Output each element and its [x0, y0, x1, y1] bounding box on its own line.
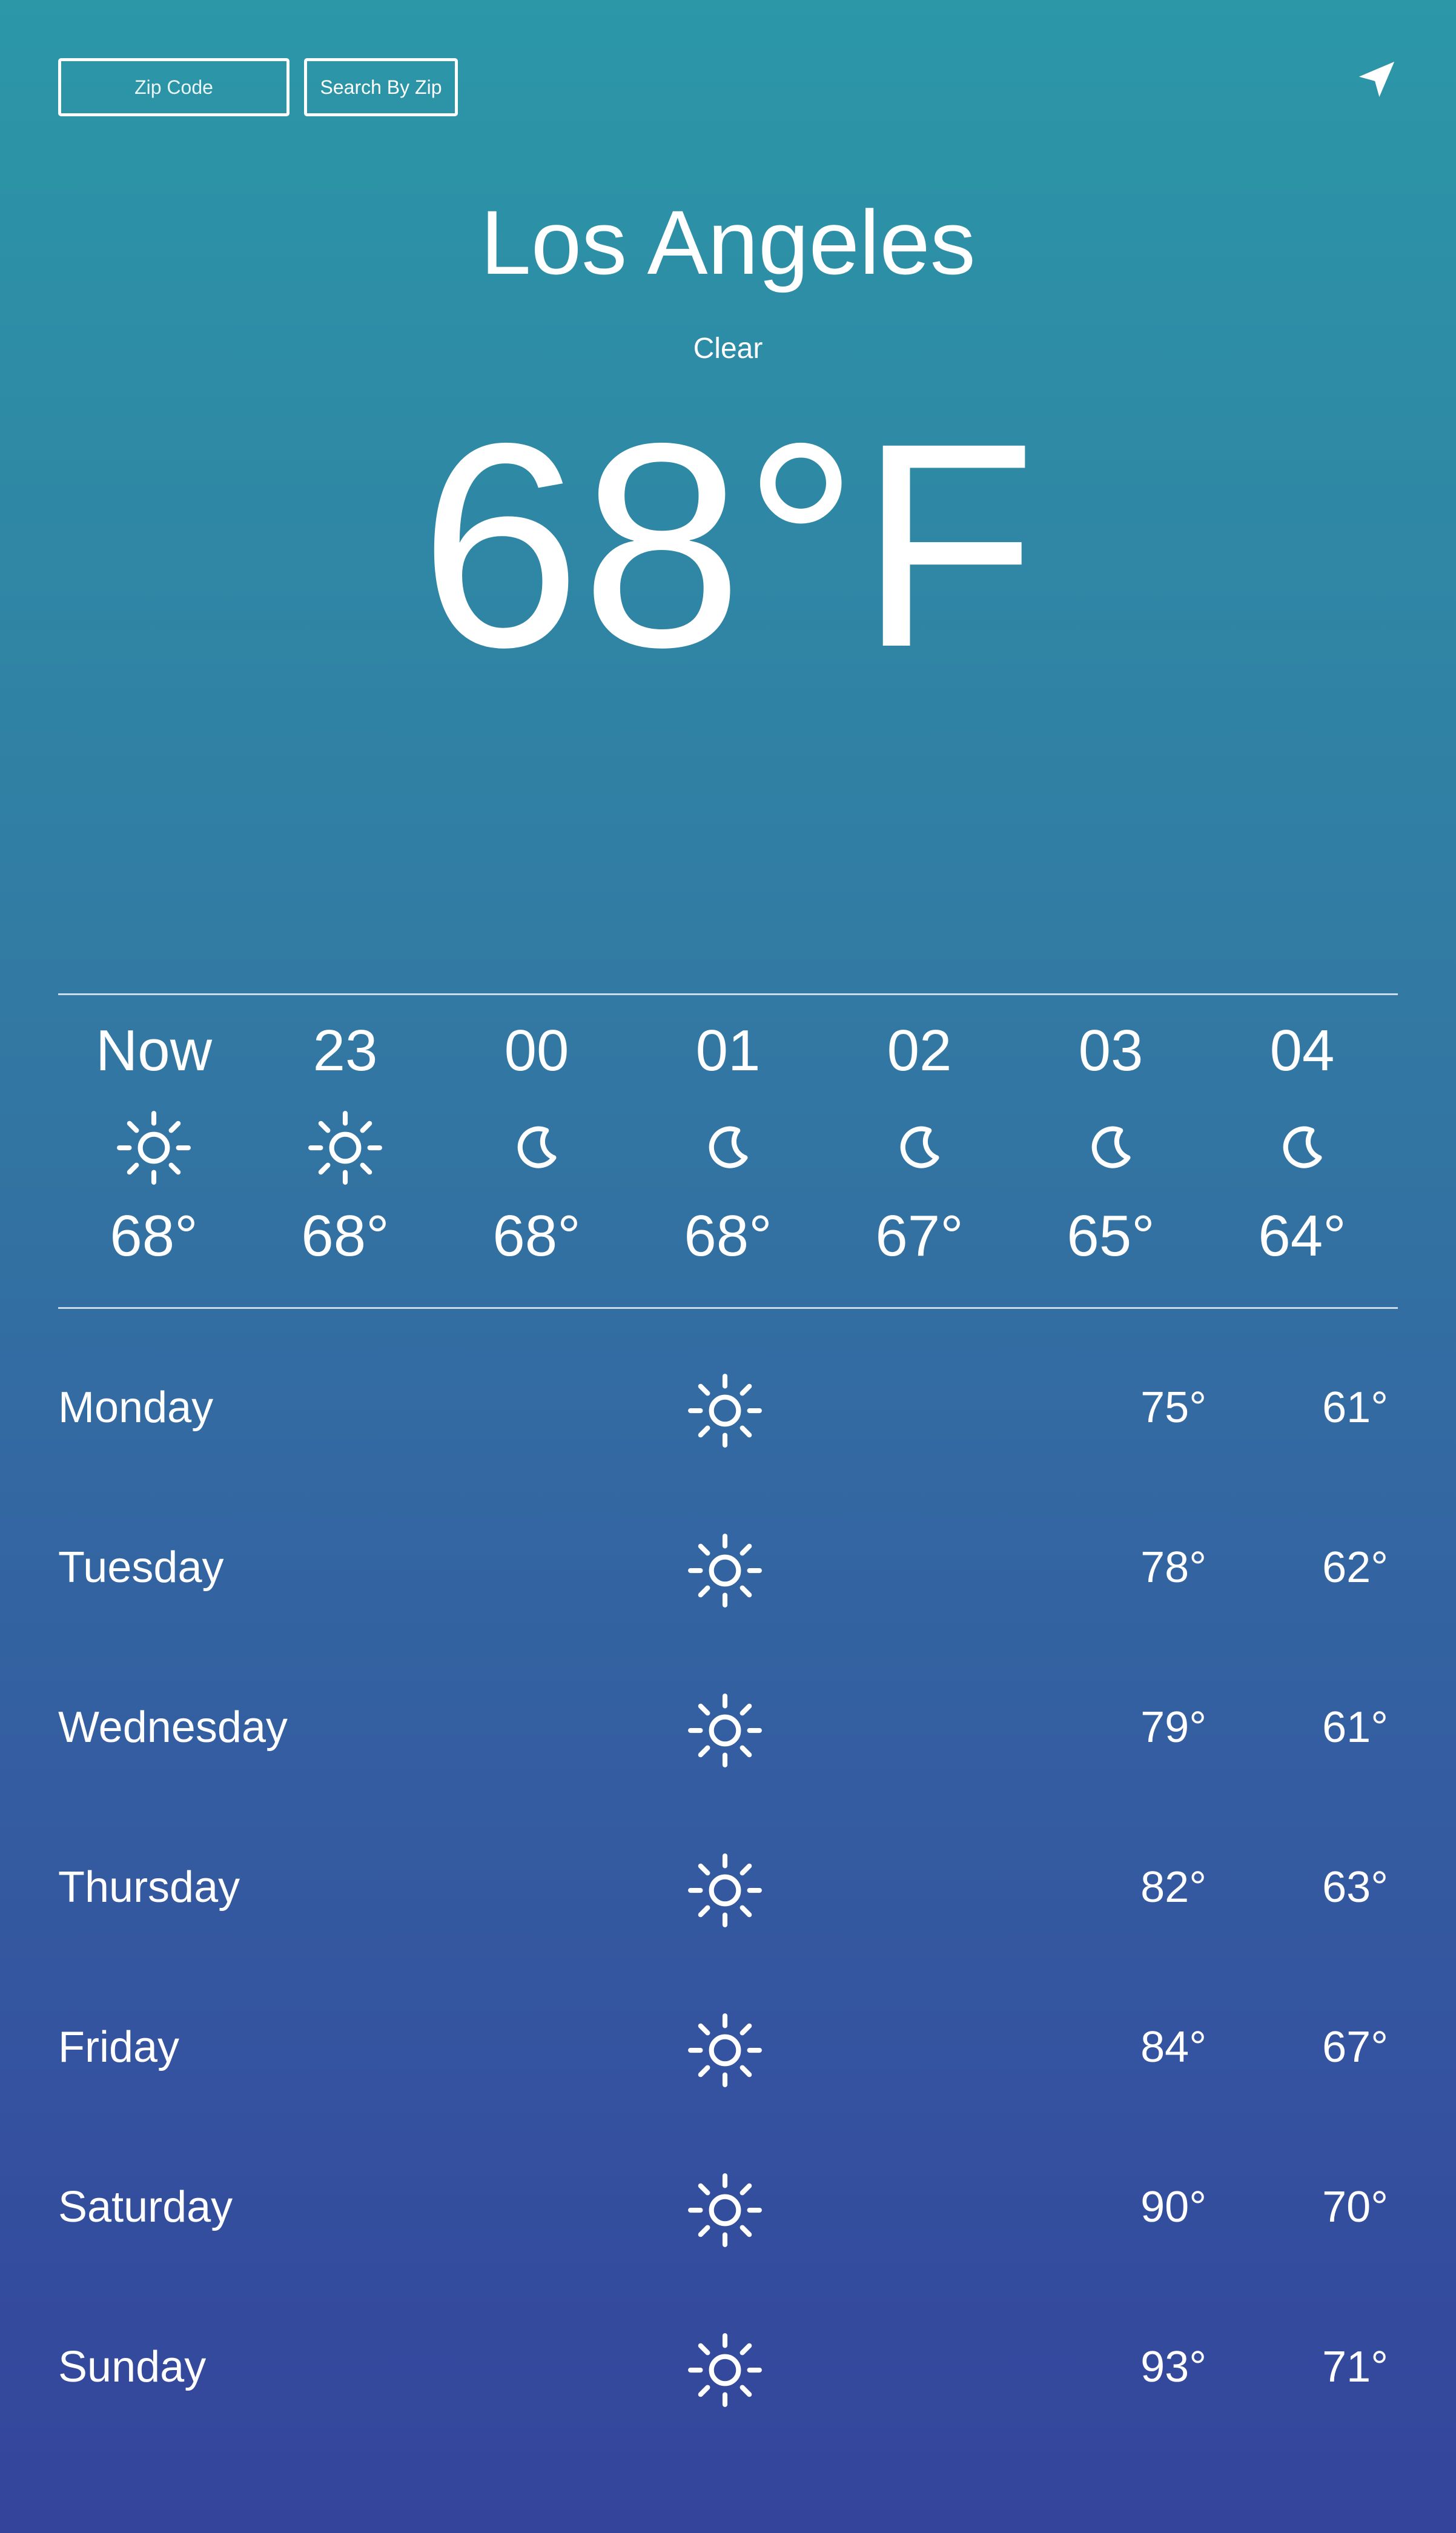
sun-icon	[688, 2333, 762, 2407]
hour-temperature: 64°	[1258, 1204, 1346, 1268]
hour-label: Now	[95, 1018, 213, 1083]
hour-label: 00	[504, 1018, 569, 1083]
daily-row: Wednesday 79° 61°	[58, 1664, 1398, 1824]
day-low-temperature: 70°	[1322, 2183, 1388, 2231]
hourly-item: 23 68°	[250, 1018, 441, 1270]
hourly-item: 04 64°	[1206, 1018, 1398, 1270]
search-by-zip-button[interactable]: Search By Zip	[304, 58, 458, 116]
sun-icon	[688, 2173, 762, 2247]
day-high-temperature: 93°	[1140, 2343, 1206, 2391]
day-name: Wednesday	[58, 1703, 288, 1752]
hour-temperature: 65°	[1067, 1204, 1155, 1268]
location-arrow-icon[interactable]	[1355, 58, 1398, 101]
zip-code-input[interactable]	[58, 58, 290, 116]
hour-temperature: 68°	[684, 1204, 772, 1268]
hourly-item: 03 65°	[1015, 1018, 1206, 1270]
day-name: Thursday	[58, 1863, 240, 1912]
hour-label: 04	[1269, 1018, 1335, 1083]
sun-icon	[688, 1853, 762, 1927]
day-high-temperature: 79°	[1140, 1703, 1206, 1752]
moon-icon	[517, 1126, 557, 1168]
day-low-temperature: 63°	[1322, 1863, 1388, 1912]
sun-icon	[688, 1534, 762, 1608]
hour-label: 02	[887, 1018, 952, 1083]
sun-icon	[308, 1111, 382, 1185]
hour-label: 01	[695, 1018, 761, 1083]
day-high-temperature: 84°	[1140, 2023, 1206, 2071]
sun-icon	[688, 1694, 762, 1767]
daily-row: Thursday 82° 63°	[58, 1824, 1398, 1984]
daily-row: Saturday 90° 70°	[58, 2144, 1398, 2304]
moon-icon	[709, 1126, 748, 1168]
day-low-temperature: 61°	[1322, 1703, 1388, 1752]
sun-icon	[117, 1111, 191, 1185]
hourly-bottom-divider	[58, 1307, 1398, 1309]
hour-label: 23	[313, 1018, 378, 1083]
hourly-item: Now 68°	[58, 1018, 250, 1270]
hourly-item: 00 68°	[441, 1018, 632, 1270]
daily-row: Sunday 93° 71°	[58, 2304, 1398, 2464]
day-low-temperature: 67°	[1322, 2023, 1388, 2071]
day-high-temperature: 75°	[1140, 1383, 1206, 1432]
current-temperature: 68°F	[419, 382, 1037, 707]
day-name: Sunday	[58, 2343, 207, 2391]
daily-forecast: Monday 75° 61° Tuesday 78° 62° Wednesday…	[58, 1345, 1398, 2464]
city-name: Los Angeles	[480, 191, 976, 293]
daily-row: Friday 84° 67°	[58, 1984, 1398, 2144]
moon-icon	[1091, 1126, 1131, 1168]
hour-temperature: 68°	[492, 1204, 581, 1268]
hourly-forecast: Now 68° 23 68° 00 68° 01 68° 02 67° 03 6…	[58, 1018, 1398, 1270]
daily-row: Tuesday 78° 62°	[58, 1505, 1398, 1664]
sun-icon	[688, 1374, 762, 1448]
hourly-item: 02 67°	[824, 1018, 1015, 1270]
weather-condition: Clear	[693, 333, 763, 365]
day-name: Tuesday	[58, 1543, 224, 1592]
daily-row: Monday 75° 61°	[58, 1345, 1398, 1505]
day-low-temperature: 61°	[1322, 1383, 1388, 1432]
day-name: Monday	[58, 1383, 214, 1432]
day-low-temperature: 71°	[1322, 2343, 1388, 2391]
hour-temperature: 68°	[301, 1204, 389, 1268]
hourly-item: 01 68°	[632, 1018, 824, 1270]
sun-icon	[688, 2013, 762, 2087]
day-high-temperature: 78°	[1140, 1543, 1206, 1592]
day-high-temperature: 82°	[1140, 1863, 1206, 1912]
hourly-top-divider	[58, 993, 1398, 995]
day-high-temperature: 90°	[1140, 2183, 1206, 2231]
moon-icon	[900, 1126, 939, 1168]
top-bar: Search By Zip	[58, 58, 1398, 116]
hour-temperature: 68°	[110, 1204, 198, 1268]
day-name: Friday	[58, 2023, 180, 2071]
day-name: Saturday	[58, 2183, 233, 2231]
hour-label: 03	[1078, 1018, 1143, 1083]
moon-icon	[1283, 1126, 1322, 1168]
day-low-temperature: 62°	[1322, 1543, 1388, 1592]
hour-temperature: 67°	[875, 1204, 964, 1268]
